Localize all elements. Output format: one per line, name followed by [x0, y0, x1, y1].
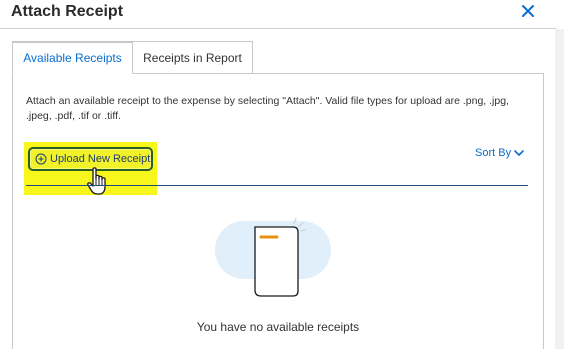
plus-circle-icon [35, 153, 47, 165]
close-icon [522, 5, 534, 17]
empty-receipt-illustration [215, 218, 331, 297]
scrollbar-track[interactable] [555, 29, 564, 349]
header-divider [0, 28, 556, 29]
tab-receipts-in-report[interactable]: Receipts in Report [133, 41, 253, 74]
dialog-header: Attach Receipt [0, 0, 564, 28]
close-button[interactable] [516, 0, 540, 24]
receipts-panel: Attach an available receipt to the expen… [12, 73, 544, 349]
sort-by-label: Sort By [475, 147, 512, 159]
instructions-text: Attach an available receipt to the expen… [26, 95, 509, 122]
empty-state-message: You have no available receipts [196, 320, 360, 334]
dialog-title: Attach Receipt [11, 3, 124, 20]
list-divider [26, 185, 528, 186]
tab-available-receipts[interactable]: Available Receipts [12, 41, 133, 74]
upload-button-label: Upload New Receipt [50, 153, 151, 165]
chevron-down-icon [514, 150, 524, 156]
hand-cursor-icon [87, 167, 106, 195]
sort-by-button[interactable]: Sort By [475, 147, 525, 159]
